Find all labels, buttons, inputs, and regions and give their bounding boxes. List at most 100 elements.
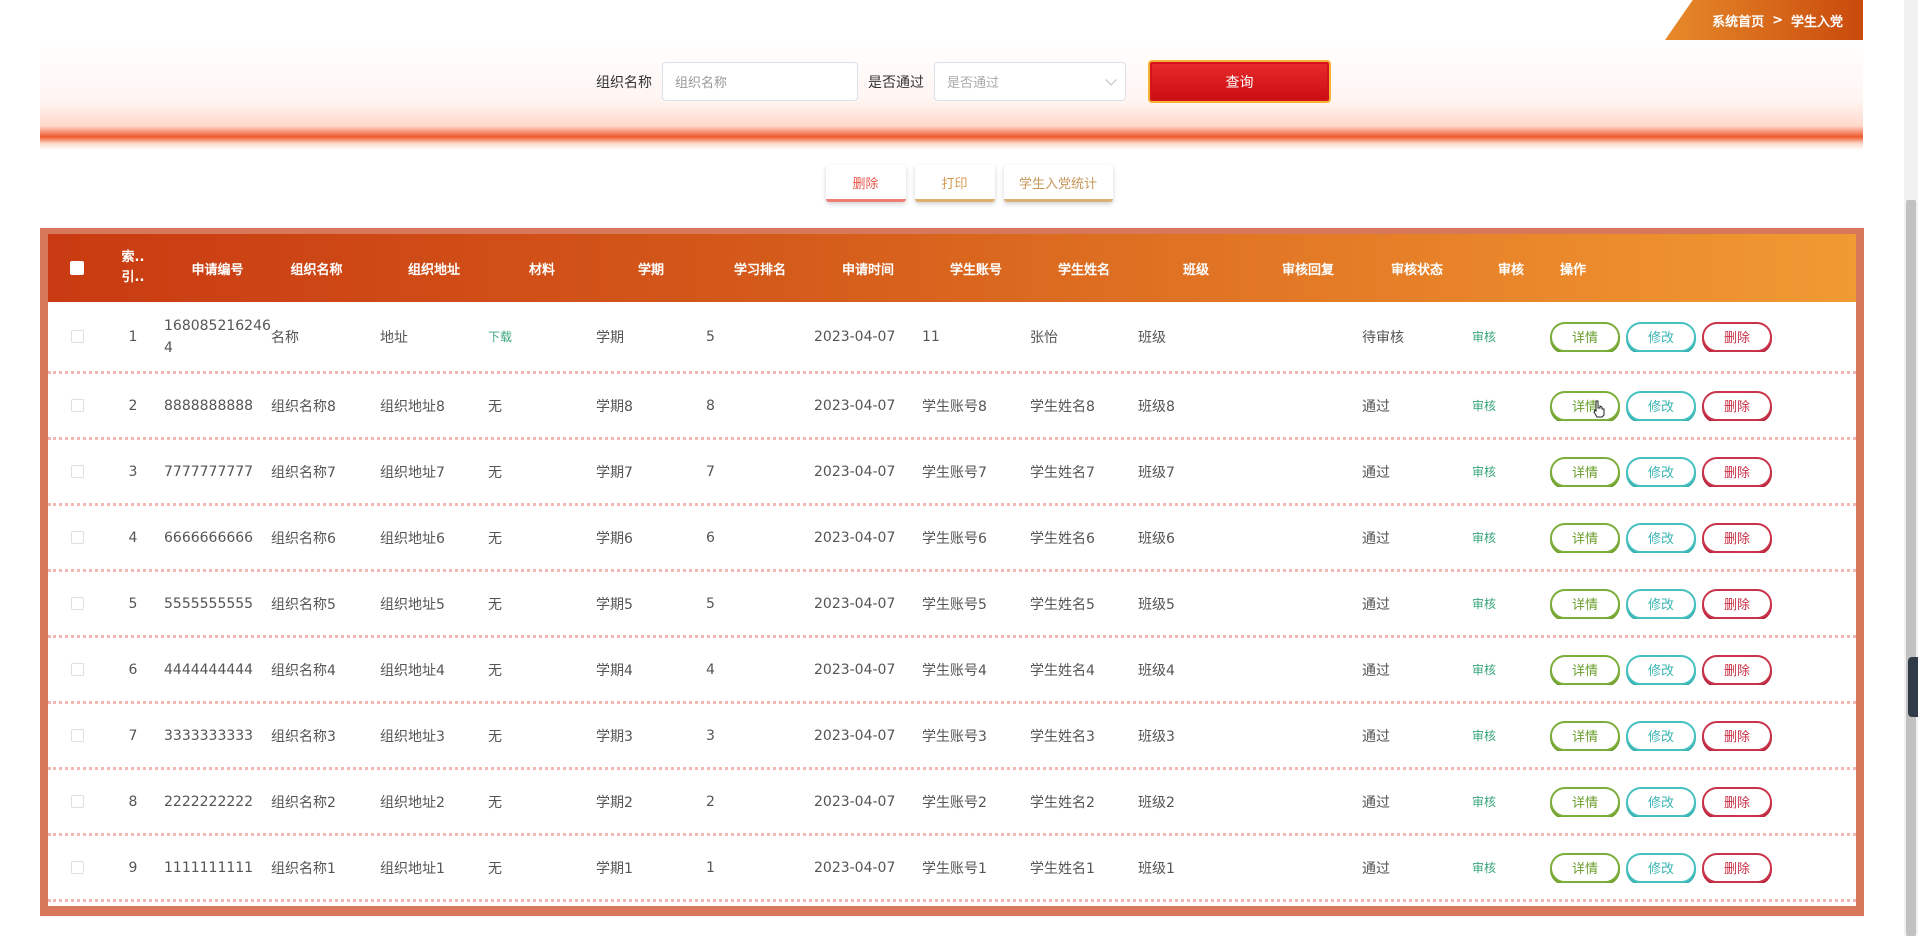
query-button[interactable]: 查询 (1148, 60, 1331, 103)
detail-button[interactable]: 详情 (1550, 390, 1620, 421)
row-checkbox[interactable] (70, 399, 84, 412)
delete-button[interactable]: 删除 (1702, 321, 1772, 352)
edit-button[interactable]: 修改 (1626, 522, 1696, 553)
cell-term: 学期1 (596, 860, 633, 877)
select-all-checkbox[interactable] (70, 261, 84, 275)
edit-button[interactable]: 修改 (1626, 852, 1696, 883)
delete-button[interactable]: 删除 (1702, 522, 1772, 553)
row-checkbox[interactable] (70, 465, 84, 478)
cell-student-name: 张怡 (1030, 329, 1058, 346)
row-select-cell (48, 330, 106, 343)
cell-rank: 5 (706, 328, 715, 345)
cell-student-name: 学生姓名1 (1030, 860, 1095, 877)
breadcrumb-home[interactable]: 系统首页 (1712, 11, 1764, 30)
cell-audit[interactable]: 审核 (1472, 595, 1550, 612)
edit-button[interactable]: 修改 (1626, 654, 1696, 685)
print-button[interactable]: 打印 (914, 165, 995, 202)
row-checkbox[interactable] (70, 861, 84, 874)
cell-audit[interactable]: 审核 (1472, 328, 1550, 345)
cell-term: 学期3 (596, 728, 633, 745)
detail-button[interactable]: 详情 (1550, 321, 1620, 352)
row-checkbox[interactable] (70, 531, 84, 544)
cell-class: 班级3 (1138, 728, 1175, 745)
detail-button[interactable]: 详情 (1550, 456, 1620, 487)
cell-apply-no: 1111111111 (164, 859, 254, 876)
cell-audit[interactable]: 审核 (1472, 793, 1550, 810)
detail-button[interactable]: 详情 (1550, 654, 1620, 685)
cell-student-name: 学生姓名3 (1030, 728, 1095, 745)
edit-button[interactable]: 修改 (1626, 720, 1696, 751)
breadcrumb-current: 学生入党 (1790, 14, 1843, 30)
pass-select[interactable]: 是否通过 (934, 62, 1126, 101)
cell-class: 班级5 (1138, 596, 1175, 613)
delete-button[interactable]: 删除 (1702, 588, 1772, 619)
cell-material[interactable]: 下载 (488, 328, 596, 345)
batch-delete-button[interactable]: 删除 (825, 165, 906, 202)
detail-button[interactable]: 详情 (1550, 852, 1620, 883)
cell-audit[interactable]: 审核 (1472, 397, 1550, 414)
detail-button[interactable]: 详情 (1550, 588, 1620, 619)
cell-apply-no: 4444444444 (164, 661, 254, 678)
scrollbar-thumb[interactable] (1906, 200, 1916, 936)
cell-org-addr: 组织地址8 (380, 398, 445, 415)
cell-apply-time: 2023-04-07 (814, 463, 896, 480)
row-checkbox[interactable] (70, 795, 84, 808)
cell-audit[interactable]: 审核 (1472, 463, 1550, 480)
cell-audit[interactable]: 审核 (1472, 727, 1550, 744)
cell-operations: 详情 修改 删除 (1550, 654, 1810, 685)
detail-button[interactable]: 详情 (1550, 522, 1620, 553)
breadcrumb: 系统首页 > 学生入党 (1665, 0, 1863, 40)
side-widget-tab[interactable] (1908, 657, 1918, 717)
delete-button[interactable]: 删除 (1702, 390, 1772, 421)
row-checkbox[interactable] (70, 330, 84, 343)
cell-status: 通过 (1362, 398, 1390, 415)
cell-class: 班级4 (1138, 662, 1175, 679)
cell-status: 通过 (1362, 662, 1390, 679)
cell-org-addr: 组织地址1 (380, 860, 445, 877)
row-select-cell (48, 399, 106, 412)
header-index-line2: 引.. (121, 270, 145, 285)
cell-material: 无 (488, 794, 502, 811)
cell-class: 班级6 (1138, 530, 1175, 547)
cell-org-addr: 组织地址7 (380, 464, 445, 481)
header-term: 学期 (637, 262, 664, 278)
edit-button[interactable]: 修改 (1626, 321, 1696, 352)
cell-status: 通过 (1362, 728, 1390, 745)
edit-button[interactable]: 修改 (1626, 456, 1696, 487)
delete-button[interactable]: 删除 (1702, 654, 1772, 685)
row-checkbox[interactable] (70, 729, 84, 742)
page-scrollbar[interactable] (1904, 0, 1918, 936)
header-org-addr: 组织地址 (407, 262, 460, 278)
chevron-down-icon (1105, 73, 1117, 86)
table-row: 2 8888888888 组织名称8 组织地址8 无 学期8 8 2023-04-07 学生账号… (48, 374, 1856, 440)
cell-audit[interactable]: 审核 (1472, 529, 1550, 546)
delete-button[interactable]: 删除 (1702, 456, 1772, 487)
delete-button[interactable]: 删除 (1702, 720, 1772, 751)
row-checkbox[interactable] (70, 597, 84, 610)
cell-audit[interactable]: 审核 (1472, 859, 1550, 876)
cell-account: 学生账号3 (922, 728, 987, 745)
detail-button[interactable]: 详情 (1550, 720, 1620, 751)
cell-operations: 详情 修改 删除 (1550, 321, 1810, 352)
table-row: 7 3333333333 组织名称3 组织地址3 无 学期3 3 2023-04-07 学生账号… (48, 704, 1856, 770)
cell-status: 通过 (1362, 860, 1390, 877)
cell-org-name: 组织名称4 (271, 662, 336, 679)
org-name-input[interactable]: 组织名称 (662, 62, 858, 101)
delete-button[interactable]: 删除 (1702, 786, 1772, 817)
stats-button[interactable]: 学生入党统计 (1003, 165, 1113, 202)
cell-account: 学生账号6 (922, 530, 987, 547)
cell-apply-time: 2023-04-07 (814, 397, 896, 414)
detail-button[interactable]: 详情 (1550, 786, 1620, 817)
cell-org-name: 组织名称2 (271, 794, 336, 811)
delete-button[interactable]: 删除 (1702, 852, 1772, 883)
row-select-cell (48, 531, 106, 544)
cell-student-name: 学生姓名2 (1030, 794, 1095, 811)
edit-button[interactable]: 修改 (1626, 786, 1696, 817)
cell-org-name: 组织名称6 (271, 530, 336, 547)
cell-apply-no: 1680852162464 (164, 317, 271, 356)
cell-audit[interactable]: 审核 (1472, 661, 1550, 678)
edit-button[interactable]: 修改 (1626, 390, 1696, 421)
cell-operations: 详情 修改 删除 (1550, 588, 1810, 619)
row-checkbox[interactable] (70, 663, 84, 676)
edit-button[interactable]: 修改 (1626, 588, 1696, 619)
